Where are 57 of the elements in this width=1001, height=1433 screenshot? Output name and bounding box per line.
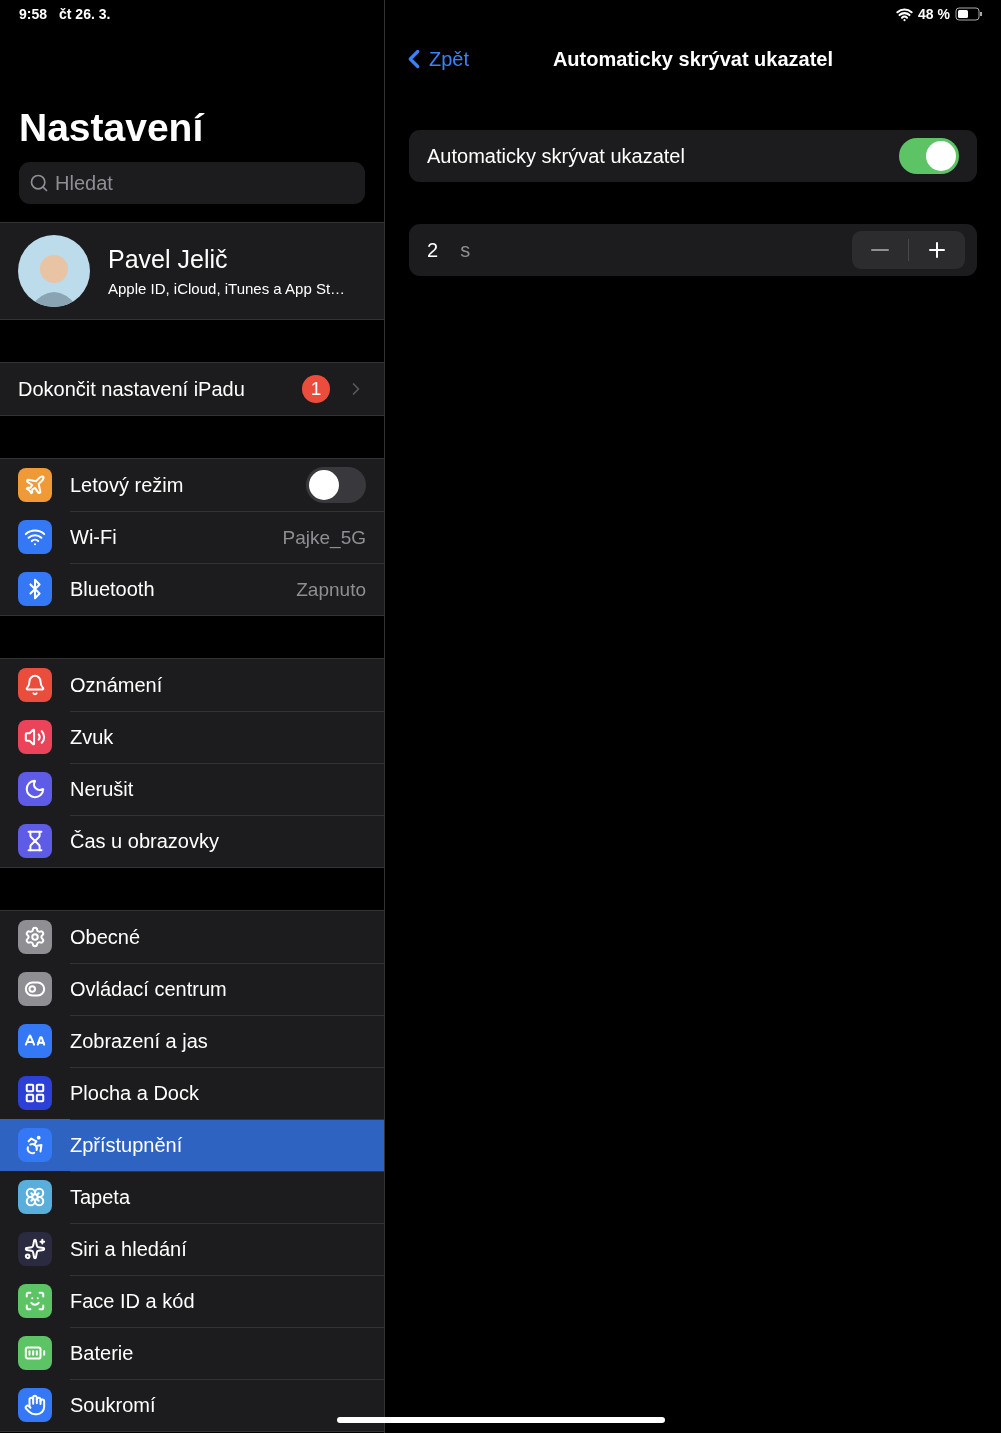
status-time: 9:58 xyxy=(19,6,48,22)
toggle-switch[interactable] xyxy=(306,467,366,503)
row-label: Siri a hledání xyxy=(70,1238,187,1261)
setup-row[interactable]: Dokončit nastavení iPadu 1 xyxy=(0,363,384,415)
row-label: Plocha a Dock xyxy=(70,1082,199,1105)
back-link[interactable]: Zpět xyxy=(399,44,553,74)
row-value: Zapnuto xyxy=(296,578,366,601)
settings-row[interactable]: Wi-Fi Pajke_5G xyxy=(0,511,384,563)
row-label: Obecné xyxy=(70,925,141,949)
search-field[interactable]: Hledat xyxy=(19,162,365,204)
settings-row[interactable]: Nerušit xyxy=(0,763,384,815)
row-label: Bluetooth xyxy=(70,578,155,601)
row-label: Face ID a kód xyxy=(70,1290,195,1313)
row-label: Nerušit xyxy=(70,778,134,801)
setting-label: Automaticky skrývat ukazatel xyxy=(427,144,685,168)
page-title: Automaticky skrývat ukazatel xyxy=(552,47,834,71)
profile-card[interactable]: Pavel Jelič Apple ID, iCloud, iTunes a App St… xyxy=(0,222,384,320)
row-label: Zpřístupnění xyxy=(70,1134,183,1157)
settings-row[interactable]: Letový režim xyxy=(0,459,384,511)
row-label: Zobrazení a jas xyxy=(70,1030,208,1053)
settings-row[interactable]: Tapeta xyxy=(0,1171,384,1223)
settings-row[interactable]: Bluetooth Zapnuto xyxy=(0,563,384,615)
row-label: Baterie xyxy=(70,1342,134,1365)
row-label: Dokončit nastavení iPadu xyxy=(18,377,245,401)
settings-row[interactable]: Baterie xyxy=(0,1327,384,1379)
battery-icon xyxy=(955,7,983,21)
settings-row[interactable]: Obecné xyxy=(0,911,384,963)
minus-icon xyxy=(871,249,889,251)
row-label: Tapeta xyxy=(70,1186,131,1209)
settings-row[interactable]: Čas u obrazovky xyxy=(0,815,384,867)
notification-badge: 1 xyxy=(302,375,330,403)
settings-row[interactable]: Face ID a kód xyxy=(0,1275,384,1327)
toggle-switch[interactable] xyxy=(899,138,959,174)
settings-row[interactable]: Siri a hledání xyxy=(0,1223,384,1275)
settings-row[interactable]: Oznámení xyxy=(0,659,384,711)
profile-name: Pavel Jelič xyxy=(108,245,229,274)
row-label: Letový režim xyxy=(70,473,184,497)
row-label: Soukromí xyxy=(70,1394,156,1417)
settings-row[interactable]: Zpřístupnění xyxy=(0,1119,384,1171)
stepper-value: 2 xyxy=(427,238,439,262)
stepper-unit: s xyxy=(460,238,471,262)
battery-percent: 48 % xyxy=(918,6,950,22)
row-label: Ovládací centrum xyxy=(70,978,227,1001)
settings-row[interactable]: Zobrazení a jas xyxy=(0,1015,384,1067)
row-label: Wi-Fi xyxy=(70,526,117,549)
wifi-icon xyxy=(896,5,914,23)
settings-row[interactable]: Zvuk xyxy=(0,711,384,763)
row-label: Zvuk xyxy=(70,726,114,749)
row-label: Oznámení xyxy=(70,673,163,697)
settings-row[interactable]: Ovládací centrum xyxy=(0,963,384,1015)
status-date: čt 26. 3. xyxy=(59,6,111,22)
settings-row[interactable]: Plocha a Dock xyxy=(0,1067,384,1119)
sidebar-title: Nastavení xyxy=(19,105,206,151)
profile-subtitle: Apple ID, iCloud, iTunes a App St… xyxy=(108,280,346,297)
row-label: Čas u obrazovky xyxy=(70,830,219,853)
search-icon xyxy=(29,173,49,193)
row-value: Pajke_5G xyxy=(282,526,366,549)
